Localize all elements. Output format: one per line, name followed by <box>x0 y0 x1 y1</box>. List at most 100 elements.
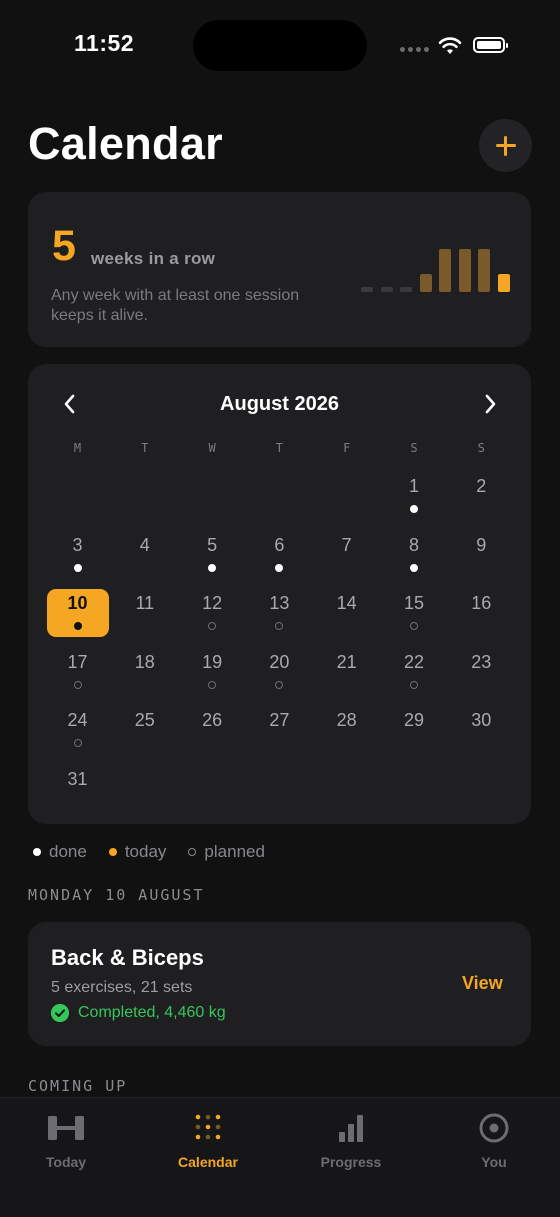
day-number: 23 <box>471 651 492 672</box>
calendar-day[interactable]: 17 <box>47 648 109 696</box>
calendar-day[interactable]: 4 <box>114 531 176 579</box>
streak-bar <box>497 274 510 292</box>
planned-dot-icon <box>73 739 82 747</box>
calendar-day[interactable]: 28 <box>316 706 378 754</box>
calendar-day[interactable]: 15 <box>383 589 445 637</box>
calendar-day[interactable]: 6 <box>248 531 310 579</box>
session-card[interactable]: Back & Biceps 5 exercises, 21 sets Compl… <box>28 922 531 1046</box>
calendar-day[interactable]: 19 <box>181 648 243 696</box>
session-title: Back & Biceps <box>51 945 204 970</box>
legend-done: done <box>49 842 87 861</box>
day-number: 17 <box>67 651 88 672</box>
day-number: 27 <box>269 710 290 730</box>
day-number: 20 <box>269 651 290 672</box>
planned-dot-icon <box>275 622 284 630</box>
calendar-day[interactable]: 31 <box>47 765 109 813</box>
weekday-label: F <box>343 441 351 455</box>
calendar-day[interactable]: 25 <box>114 706 176 754</box>
calendar-day[interactable]: 3 <box>47 531 109 579</box>
calendar-day[interactable]: 21 <box>316 648 378 696</box>
battery-icon <box>473 37 508 53</box>
calendar-day[interactable]: 22 <box>383 648 445 696</box>
next-month-button[interactable] <box>478 392 502 416</box>
calendar-day[interactable]: 30 <box>450 706 512 754</box>
tab-you[interactable]: You <box>434 1112 554 1170</box>
calendar-day[interactable]: 23 <box>450 648 512 696</box>
day-number: 1 <box>408 476 419 496</box>
calendar-day[interactable]: 16 <box>450 589 512 637</box>
day-number: 13 <box>269 593 290 613</box>
calendar-day[interactable]: 24 <box>47 706 109 754</box>
tab-calendar[interactable]: Calendar <box>148 1112 268 1170</box>
day-number: 15 <box>403 593 425 613</box>
calendar-day[interactable]: 5 <box>181 531 243 579</box>
calendar-day[interactable]: 26 <box>181 706 243 754</box>
calendar-day-today[interactable]: 10 <box>46 589 109 637</box>
planned-dot-icon <box>410 622 418 630</box>
weekday-label: T <box>141 441 149 455</box>
profile-circle-icon <box>479 1113 509 1143</box>
tab-you-label: You <box>481 1154 507 1170</box>
day-number: 16 <box>471 593 492 613</box>
weekday-label: W <box>208 441 216 455</box>
planned-dot-icon <box>188 848 197 856</box>
legend-planned: planned <box>204 842 265 861</box>
calendar-day[interactable]: 14 <box>316 589 378 637</box>
calendar-day[interactable]: 27 <box>248 706 310 754</box>
streak-bar <box>400 287 412 292</box>
day-number: 26 <box>202 710 223 730</box>
day-number: 9 <box>476 534 487 555</box>
tab-today-label: Today <box>45 1154 87 1170</box>
planned-dot-icon <box>208 622 217 630</box>
tab-bar: Today Calendar Progress You <box>0 1097 560 1217</box>
calendar-day[interactable]: 13 <box>248 589 310 637</box>
calendar-day[interactable]: 18 <box>114 648 176 696</box>
dumbbell-icon <box>48 1116 84 1140</box>
coming-up-heading: COMING UP <box>28 1077 128 1095</box>
streak-description: Any week with at least one session keeps… <box>51 287 300 324</box>
session-status-text: Completed, 4,460 kg <box>78 1004 226 1021</box>
streak-count: 5 <box>52 222 76 270</box>
dynamic-island <box>193 20 367 71</box>
add-session-button[interactable] <box>479 119 532 172</box>
day-number: 25 <box>134 710 155 730</box>
planned-dot-icon <box>73 680 82 689</box>
day-number: 11 <box>135 593 155 613</box>
weekday-label: S <box>477 441 485 455</box>
calendar-day[interactable]: 2 <box>450 472 512 520</box>
app-screen: 11:52 Calendar 5 weeks in a row Any week… <box>0 0 560 1217</box>
day-number: 3 <box>72 534 83 555</box>
cellular-signal-icon <box>400 47 429 52</box>
weekday-label: S <box>410 441 418 455</box>
calendar-day[interactable]: 7 <box>316 531 378 579</box>
calendar-day[interactable]: 20 <box>248 648 310 696</box>
selected-day-heading: MONDAY 10 AUGUST <box>28 886 205 904</box>
calendar-card: August 2026 M T W T F S S 1 2 3 4 5 6 7 8 9 10 11 12 13 14 15… <box>28 364 531 824</box>
day-number: 18 <box>134 651 155 672</box>
day-number: 8 <box>408 534 419 555</box>
status-time: 11:52 <box>74 30 135 56</box>
day-number: 6 <box>274 534 285 555</box>
tab-progress[interactable]: Progress <box>291 1112 411 1170</box>
calendar-day[interactable]: 11 <box>114 589 176 637</box>
day-number: 30 <box>471 710 492 730</box>
calendar-day[interactable]: 9 <box>450 531 512 579</box>
calendar-day[interactable]: 29 <box>383 706 445 754</box>
tab-progress-label: Progress <box>320 1154 382 1170</box>
streak-bar <box>380 287 393 292</box>
day-number: 19 <box>202 651 223 672</box>
day-number: 7 <box>341 534 352 555</box>
calendar-dots-icon <box>195 1114 221 1140</box>
calendar-day[interactable]: 8 <box>383 531 445 579</box>
done-dot-icon <box>73 622 82 630</box>
today-dot-icon <box>108 848 117 856</box>
done-dot-icon <box>275 563 284 572</box>
calendar-day[interactable]: 1 <box>383 472 445 520</box>
weekday-label: M <box>73 441 82 455</box>
calendar-day[interactable]: 12 <box>181 589 243 637</box>
tab-today[interactable]: Today <box>6 1112 126 1170</box>
view-session-button[interactable]: View <box>462 973 503 994</box>
streak-bar <box>478 249 490 292</box>
done-dot-icon <box>410 505 418 513</box>
streak-card: 5 weeks in a row Any week with at least … <box>28 192 531 347</box>
